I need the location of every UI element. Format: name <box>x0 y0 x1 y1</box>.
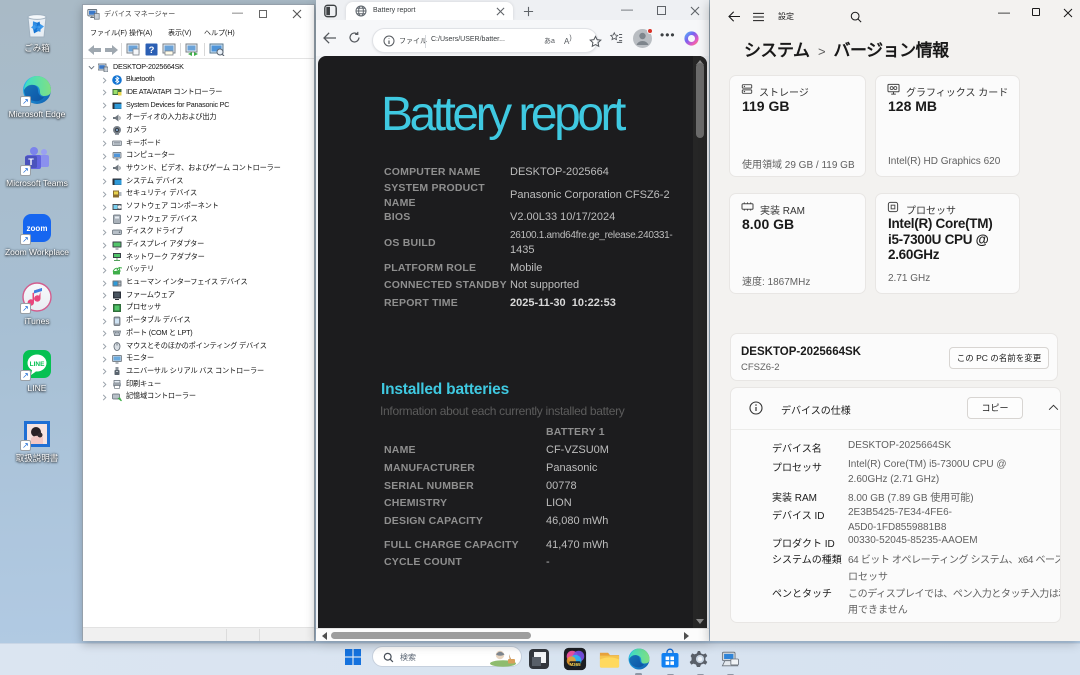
svg-text:M365: M365 <box>569 662 581 667</box>
svg-text:zoom: zoom <box>27 224 48 233</box>
svg-text:LINE: LINE <box>30 361 45 368</box>
